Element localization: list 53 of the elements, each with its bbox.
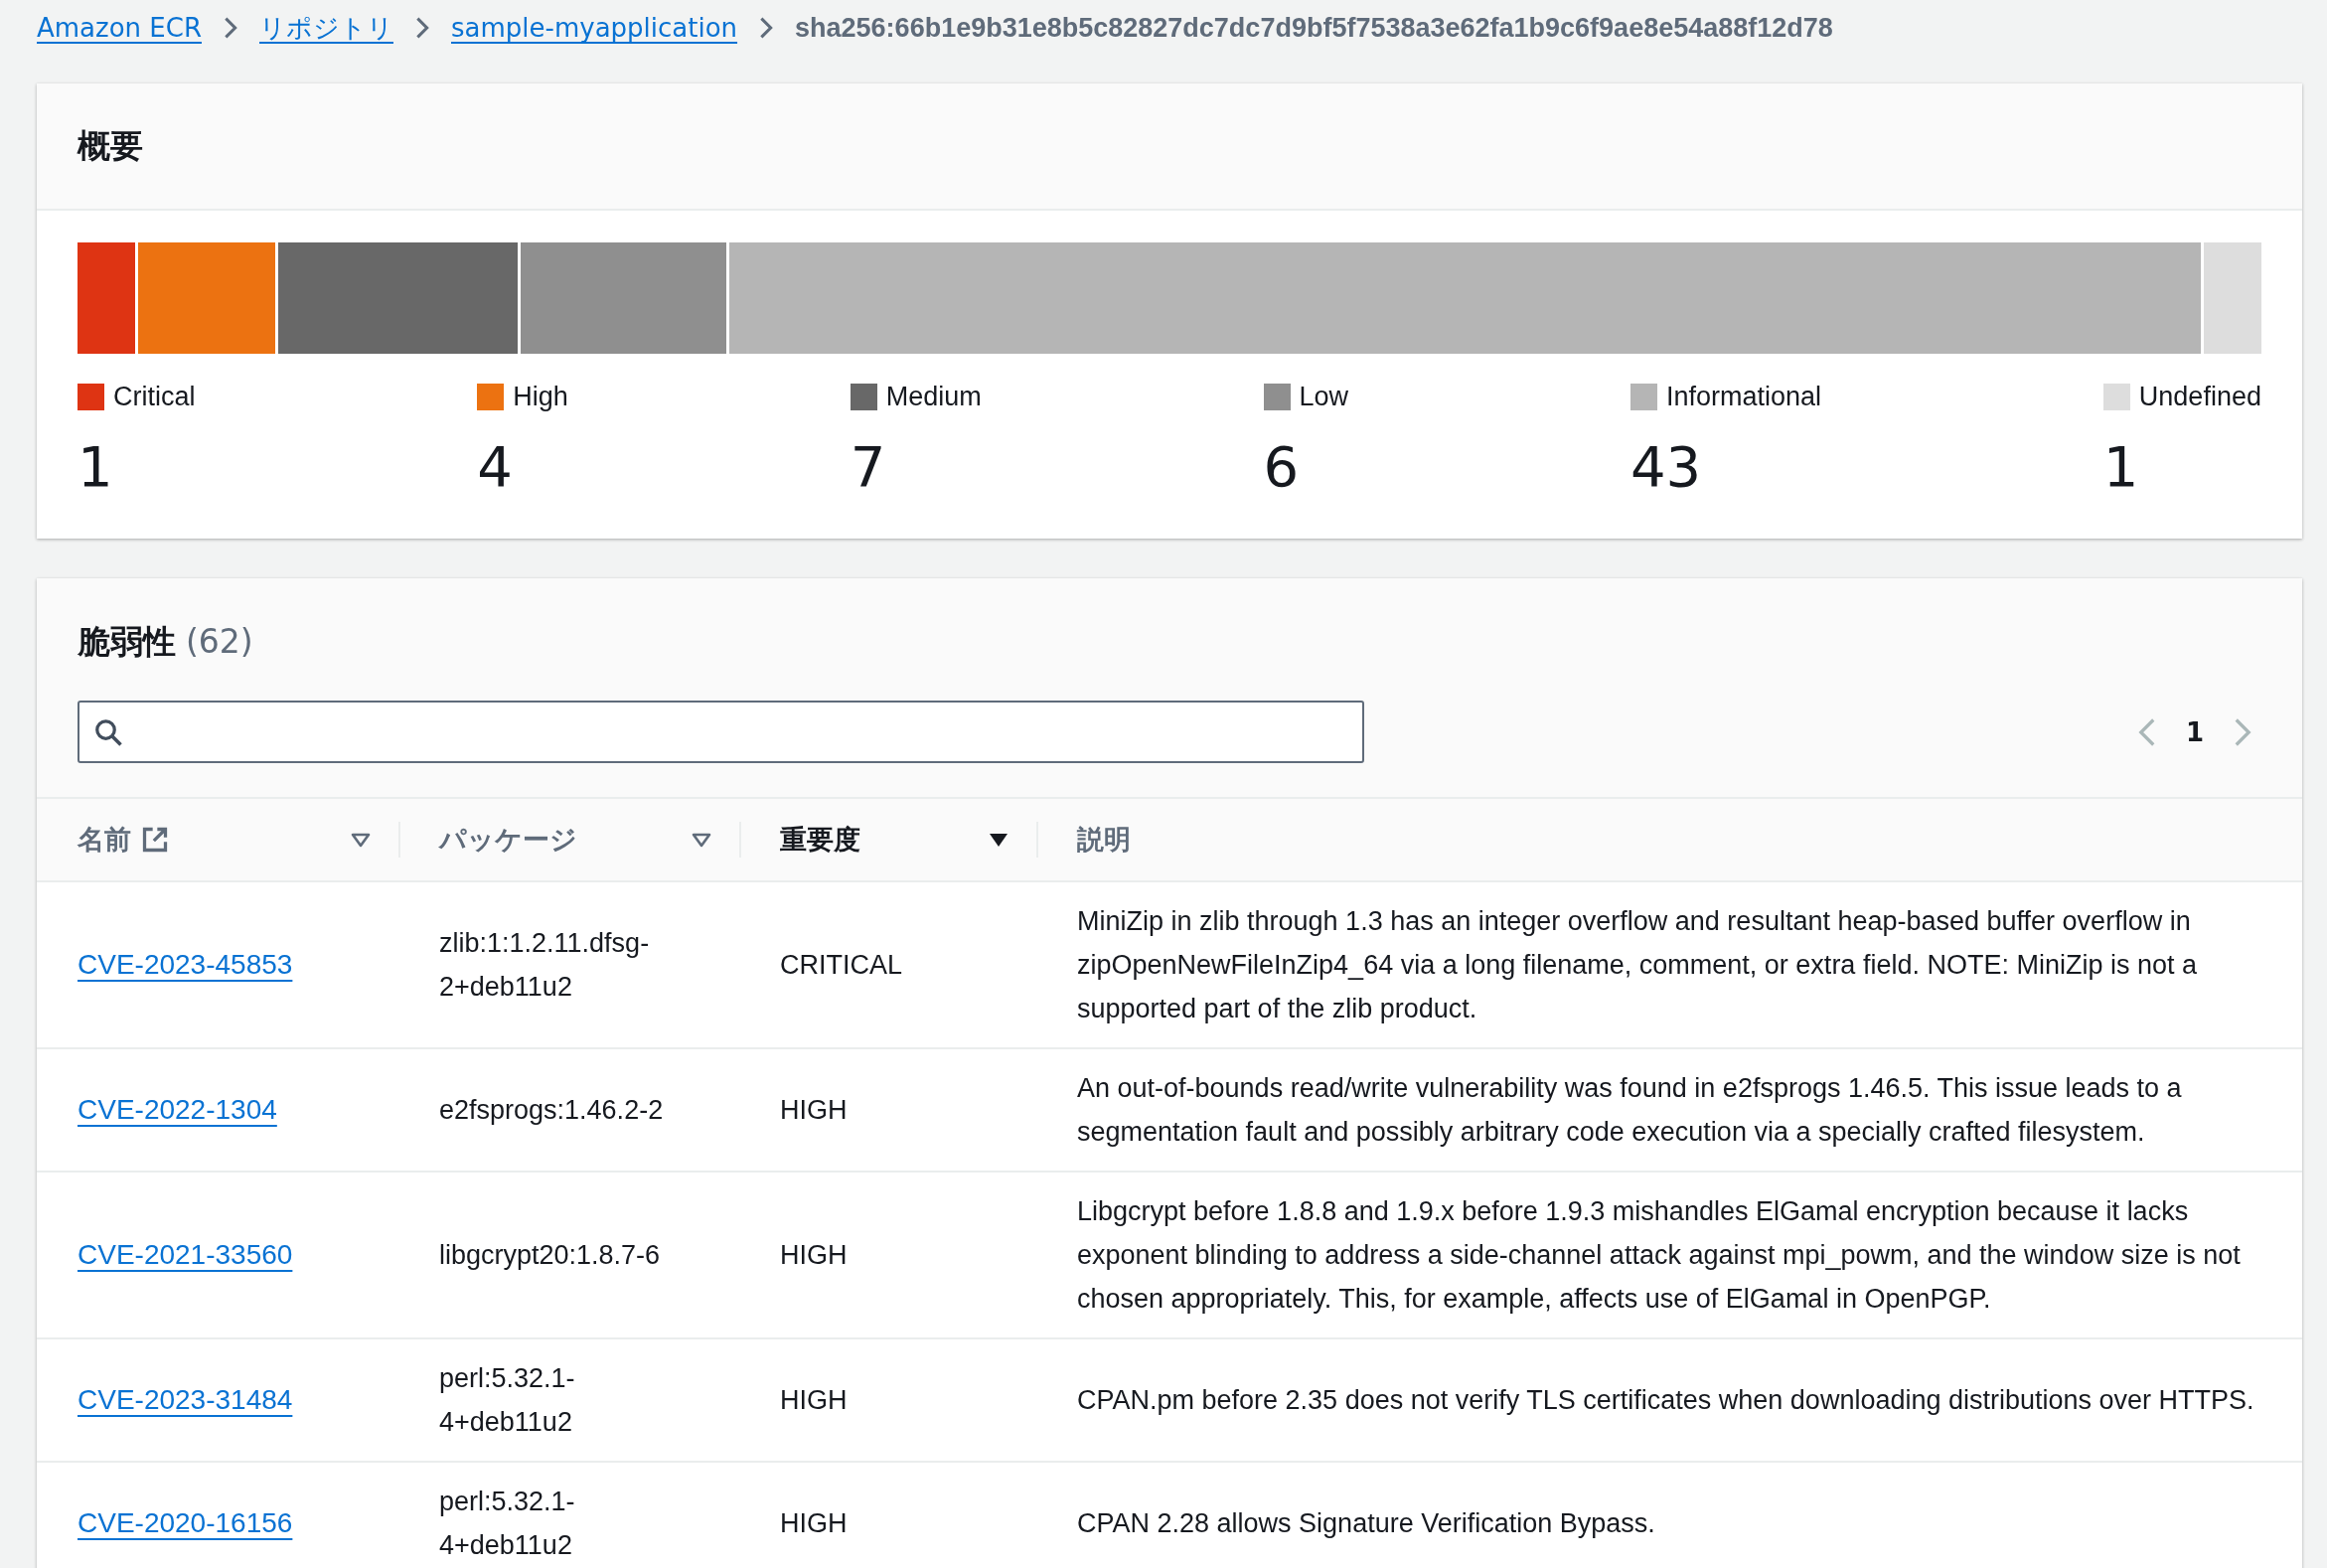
- description-cell-text: MiniZip in zlib through 1.3 has an integer overflow and resultant heap-based buffer overflow in zipOpenNewFileInZip4_64 via a long filename, comment, or extra field. NOTE: MiniZip is not a supported part of the zlib product.: [1077, 905, 2198, 1025]
- severity-cell: HIGH: [780, 1095, 848, 1125]
- description-cell-text: An out-of-bounds read/write vulnerability was found in e2fsprogs 1.46.5. This issue leads to a segmentation fault and possibly arbitrary code execution via a specially crafted filesystem.: [1077, 1072, 2183, 1149]
- severity-cell: HIGH: [780, 1240, 848, 1270]
- card-title: 脆弱性: [78, 621, 176, 663]
- cve-link[interactable]: CVE-2023-45853: [78, 949, 293, 980]
- severity-cell: CRITICAL: [780, 950, 903, 980]
- column-header: 説明: [1036, 822, 2302, 858]
- severity-count: 6: [1263, 434, 1300, 499]
- severity-count: 4: [477, 434, 513, 499]
- legend-label: Medium: [885, 382, 982, 412]
- severity-count: 1: [78, 434, 113, 499]
- severity-count: 7: [850, 434, 886, 499]
- chevron-right-icon: [224, 16, 237, 40]
- vulnerability-count: (62): [186, 622, 253, 661]
- description-cell-text: CPAN 2.28 allows Signature Verification Bypass.: [1077, 1507, 1656, 1540]
- breadcrumb-link[interactable]: Amazon ECR: [37, 13, 202, 43]
- package-cell: perl:5.32.1-4+deb11u2: [439, 1487, 575, 1560]
- package-cell: perl:5.32.1-4+deb11u2: [439, 1363, 575, 1437]
- breadcrumb-link[interactable]: sample-myapplication: [451, 13, 738, 43]
- legend-label: High: [513, 382, 568, 412]
- legend-label: Critical: [113, 382, 196, 412]
- severity-cell: HIGH: [780, 1508, 848, 1538]
- package-cell: e2fsprogs:1.46.2-2: [439, 1095, 664, 1125]
- description-cell-text: CPAN.pm before 2.35 does not verify TLS certificates when downloading distributions over HTTPS.: [1077, 1384, 2255, 1417]
- chevron-right-icon: [415, 16, 429, 40]
- chevron-right-icon: [759, 16, 774, 40]
- package-cell: zlib:1:1.2.11.dfsg-2+deb11u2: [439, 928, 650, 1002]
- breadcrumb-current: sha256:66b1e9b31e8b5c82827dc7dc7d9bf5f7538a3e62fa1b9c6f9ae8e54a88f12d78: [795, 12, 1833, 44]
- description-cell-text: Libgcrypt before 1.8.8 and 1.9.x before 1.9.3 mishandles ElGamal encryption because it lacks exponent blinding to address a side-channel attack against mpi_powm, and the window size is not chosen appropriately. This, for example, affects use of ElGamal in OpenPGP.: [1077, 1195, 2242, 1316]
- legend-label: Undefined: [2138, 382, 2261, 412]
- cve-link[interactable]: CVE-2020-16156: [78, 1507, 293, 1538]
- sort-descending-icon[interactable]: [989, 832, 1008, 848]
- sort-icon[interactable]: [692, 832, 711, 848]
- legend-label: Low: [1299, 382, 1349, 412]
- cve-link[interactable]: CVE-2023-31484: [78, 1384, 293, 1415]
- breadcrumb-link[interactable]: リポジトリ: [259, 10, 393, 46]
- search-icon: [93, 716, 123, 747]
- card-title: 概要: [78, 124, 143, 167]
- severity-count: 43: [1629, 434, 1702, 499]
- column-header[interactable]: 名前: [37, 822, 398, 858]
- column-header[interactable]: パッケージ: [398, 822, 739, 858]
- column-header[interactable]: 重要度: [739, 822, 1036, 858]
- search-field[interactable]: [78, 701, 1364, 763]
- package-cell: libgcrypt20:1.8.7-6: [439, 1240, 661, 1270]
- page-number[interactable]: 1: [2185, 716, 2204, 747]
- cve-link[interactable]: CVE-2021-33560: [78, 1239, 293, 1270]
- severity-cell: HIGH: [780, 1385, 848, 1415]
- sort-icon[interactable]: [351, 832, 371, 848]
- severity-count: 1: [2102, 434, 2139, 499]
- legend-label: Informational: [1665, 382, 1821, 412]
- external-link-icon: [141, 826, 169, 854]
- cve-link[interactable]: CVE-2022-1304: [78, 1094, 277, 1125]
